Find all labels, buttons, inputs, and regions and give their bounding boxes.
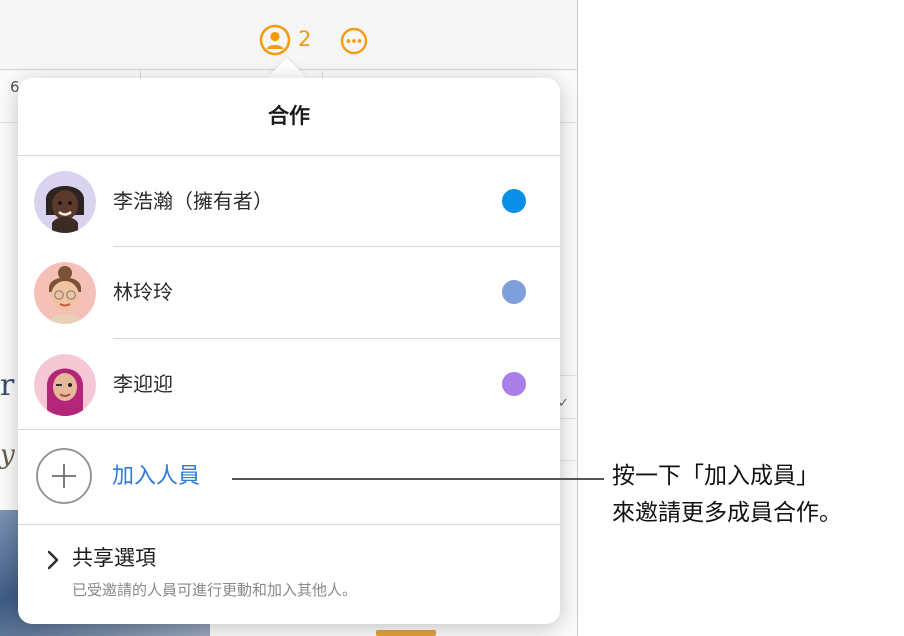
chevron-right-icon <box>46 549 60 571</box>
share-options-subtitle: 已受邀請的人員可進行更動和加入其他人。 <box>72 581 358 599</box>
add-people-button[interactable]: 加入人員 <box>18 430 560 524</box>
callout-text: 按一下「加入成員」 來邀請更多成員合作。 <box>612 458 902 532</box>
share-options-title: 共享選項 <box>72 546 156 570</box>
document-letter-fragment: r <box>0 368 15 403</box>
participant-color-dot <box>502 372 526 396</box>
callout-line-2: 來邀請更多成員合作。 <box>612 500 842 526</box>
memoji-avatar-icon <box>34 354 96 416</box>
orange-bar <box>376 630 436 636</box>
plus-circle-icon <box>35 447 93 505</box>
memoji-avatar-icon <box>34 171 96 233</box>
participant-name: 李迎迎 <box>113 372 173 396</box>
document-letter-fragment: y <box>0 440 15 470</box>
person-circle-icon[interactable] <box>259 24 293 56</box>
stage: 6 r y ✓ 2 合作 李浩瀚（擁有者） 林玲玲 李迎迎 加入人員 共享選項 … <box>0 0 904 636</box>
participant-color-dot <box>502 189 526 213</box>
participant-row[interactable]: 李迎迎 <box>18 339 560 430</box>
popover-title: 合作 <box>268 104 310 128</box>
callout-line-1: 按一下「加入成員」 <box>612 463 819 489</box>
participant-name: 李浩瀚（擁有者） <box>113 189 273 213</box>
participant-row[interactable]: 李浩瀚（擁有者） <box>18 156 560 247</box>
participant-name: 林玲玲 <box>113 280 173 304</box>
collaborator-count[interactable]: 2 <box>298 27 311 51</box>
participant-color-dot <box>502 280 526 304</box>
collaboration-popover: 合作 李浩瀚（擁有者） 林玲玲 李迎迎 加入人員 共享選項 已受邀請的人員可進行… <box>18 78 560 624</box>
share-options-row[interactable]: 共享選項 已受邀請的人員可進行更動和加入其他人。 <box>18 524 560 624</box>
callout-line <box>232 478 604 480</box>
memoji-avatar-icon <box>34 262 96 324</box>
add-people-label: 加入人員 <box>112 464 201 489</box>
ellipsis-circle-icon[interactable] <box>340 27 368 55</box>
participant-row[interactable]: 林玲玲 <box>18 247 560 338</box>
